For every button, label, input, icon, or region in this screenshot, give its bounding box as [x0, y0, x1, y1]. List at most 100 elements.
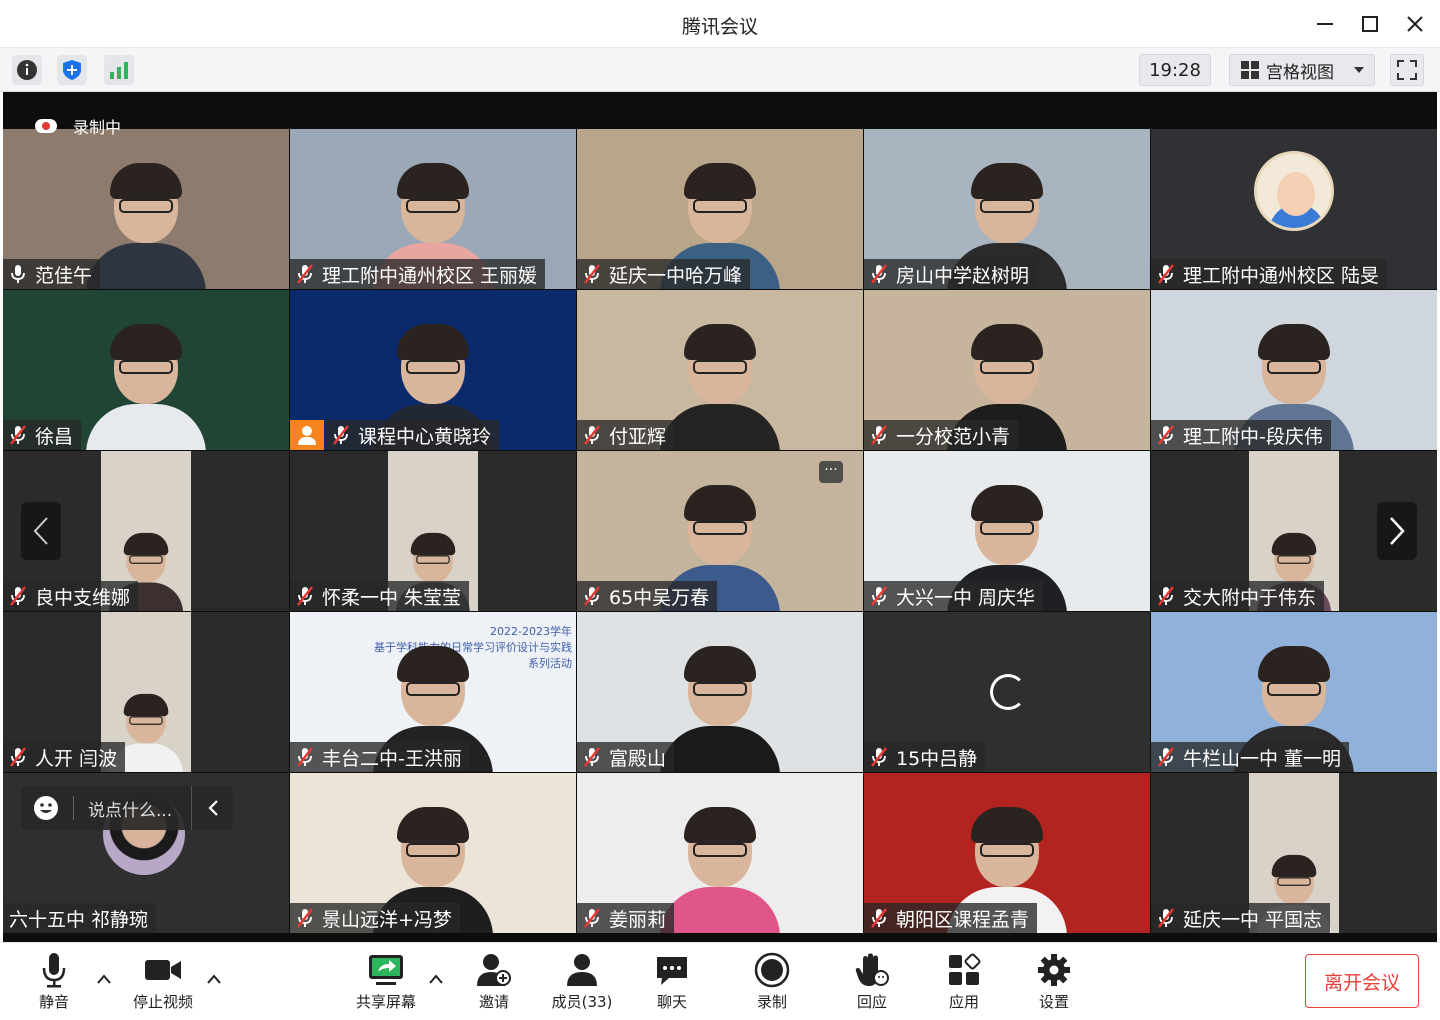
- participant-name: 范佳午: [35, 264, 93, 287]
- participant-tile[interactable]: 景山远洋+冯梦: [290, 773, 576, 933]
- more-options-button[interactable]: ···: [819, 461, 843, 483]
- next-page-button[interactable]: [1377, 502, 1417, 560]
- minimize-button[interactable]: [1310, 10, 1340, 38]
- participant-nametag: 徐昌: [3, 420, 82, 450]
- participant-tile[interactable]: 徐昌: [3, 290, 289, 450]
- chevron-up-icon: [429, 974, 443, 984]
- quick-chat-box[interactable]: 说点什么...: [21, 786, 233, 830]
- mic-muted-icon: [10, 425, 26, 445]
- participant-tile[interactable]: 课程中心黄晓玲: [290, 290, 576, 450]
- mic-muted-icon: [584, 425, 600, 445]
- mic-muted-icon: [10, 586, 26, 606]
- participant-nametag: 付亚辉: [577, 420, 675, 450]
- mic-muted-icon: [584, 747, 600, 767]
- mute-button[interactable]: 静音: [34, 951, 74, 1015]
- participant-tile[interactable]: 姜丽莉: [577, 773, 863, 933]
- participant-nametag: 一分校范小青: [864, 420, 1019, 450]
- participant-nametag: 范佳午: [3, 259, 101, 289]
- leave-meeting-button[interactable]: 离开会议: [1305, 954, 1419, 1008]
- participant-tile[interactable]: 人开 闫波: [3, 612, 289, 772]
- prev-page-button[interactable]: [21, 502, 61, 560]
- microphone-icon: [11, 265, 25, 283]
- grid-icon: [1241, 61, 1259, 79]
- chat-label: 聊天: [656, 993, 687, 1011]
- view-mode-dropdown[interactable]: 宫格视图: [1229, 54, 1375, 86]
- chevron-down-icon: [1354, 67, 1364, 73]
- security-button[interactable]: [57, 55, 87, 85]
- participant-name: 良中支维娜: [35, 586, 131, 609]
- chat-placeholder[interactable]: 说点什么...: [88, 796, 172, 821]
- participant-tile[interactable]: 2022-2023学年 基于学科能力的日常学习评价设计与实践 系列活动 丰台二中-王洪…: [290, 612, 576, 772]
- participant-nametag: 怀柔一中 朱莹莹: [290, 581, 470, 611]
- apps-button[interactable]: 应用: [944, 951, 984, 1015]
- share-options-button[interactable]: [428, 971, 444, 987]
- participant-tile[interactable]: ··· 65中吴万春: [577, 451, 863, 611]
- participant-name: 交大附中于伟东: [1183, 586, 1317, 609]
- participant-tile[interactable]: 房山中学赵树明: [864, 129, 1150, 289]
- participant-name: 一分校范小青: [896, 425, 1011, 448]
- mic-muted-icon: [584, 264, 600, 284]
- chevron-right-icon: [1390, 517, 1405, 545]
- chevron-up-icon: [97, 974, 111, 984]
- collapse-chat-button[interactable]: [191, 786, 233, 830]
- audio-options-button[interactable]: [96, 971, 112, 987]
- participant-nametag: 姜丽莉: [577, 903, 675, 933]
- meeting-timer: 19:28: [1139, 54, 1211, 86]
- participant-video: [655, 642, 785, 772]
- participant-tile[interactable]: 延庆一中哈万峰: [577, 129, 863, 289]
- participant-nametag: 15中吕静: [864, 742, 986, 772]
- participant-name: 牛栏山一中 董一明: [1183, 747, 1342, 770]
- invite-button[interactable]: 邀请: [474, 951, 514, 1015]
- info-icon: [17, 60, 37, 80]
- chat-button[interactable]: 聊天: [652, 951, 692, 1015]
- reaction-button[interactable]: 回应: [852, 951, 892, 1015]
- video-options-button[interactable]: [206, 971, 222, 987]
- participant-tile[interactable]: 一分校范小青: [864, 290, 1150, 450]
- stop-video-button[interactable]: 停止视频: [128, 951, 198, 1015]
- mic-muted-icon: [871, 264, 887, 284]
- share-screen-button[interactable]: 共享屏幕: [352, 951, 420, 1015]
- mic-muted-icon: [871, 747, 887, 767]
- participant-tile[interactable]: 延庆一中 平国志: [1151, 773, 1437, 933]
- members-label: 成员(33): [551, 993, 613, 1011]
- participant-name: 丰台二中-王洪丽: [322, 747, 462, 770]
- participant-nametag: 六十五中 祁静琬: [3, 903, 157, 933]
- network-button[interactable]: [104, 55, 134, 85]
- add-user-icon: [477, 954, 511, 986]
- participant-name: 朝阳区课程孟青: [896, 908, 1030, 931]
- title-bar: 腾讯会议: [0, 0, 1440, 48]
- participant-tile[interactable]: 朝阳区课程孟青: [864, 773, 1150, 933]
- close-button[interactable]: [1400, 10, 1430, 38]
- settings-button[interactable]: 设置: [1034, 951, 1074, 1015]
- record-icon: [754, 952, 790, 988]
- loading-spinner-icon: [990, 674, 1026, 710]
- close-icon: [1407, 16, 1423, 32]
- participant-tile[interactable]: 大兴一中 周庆华: [864, 451, 1150, 611]
- video-camera-icon: [145, 960, 181, 980]
- share-screen-icon: [369, 955, 403, 985]
- members-button[interactable]: 成员(33): [548, 951, 616, 1015]
- maximize-button[interactable]: [1355, 10, 1385, 38]
- mic-muted-icon: [1158, 264, 1174, 284]
- participant-name: 富殿山: [609, 747, 667, 770]
- fullscreen-button[interactable]: [1390, 54, 1424, 86]
- record-label: 录制: [756, 993, 787, 1011]
- participant-tile[interactable]: 范佳午: [3, 129, 289, 289]
- mic-muted-icon: [1158, 586, 1174, 606]
- participant-nametag: 交大附中于伟东: [1151, 581, 1325, 611]
- record-button[interactable]: 录制: [752, 951, 792, 1015]
- participant-name: 大兴一中 周庆华: [896, 586, 1036, 609]
- participant-tile[interactable]: 理工附中通州校区 王丽媛: [290, 129, 576, 289]
- participant-tile[interactable]: 牛栏山一中 董一明: [1151, 612, 1437, 772]
- mic-muted-icon: [297, 264, 313, 284]
- participant-tile[interactable]: 理工附中通州校区 陆旻: [1151, 129, 1437, 289]
- participant-tile[interactable]: 理工附中-段庆伟: [1151, 290, 1437, 450]
- participant-tile[interactable]: 15中吕静: [864, 612, 1150, 772]
- info-button[interactable]: [12, 55, 42, 85]
- participant-tile[interactable]: 富殿山: [577, 612, 863, 772]
- participant-tile[interactable]: 付亚辉: [577, 290, 863, 450]
- maximize-icon: [1362, 16, 1378, 32]
- participant-name: 人开 闫波: [35, 747, 118, 770]
- participant-tile[interactable]: 怀柔一中 朱莹莹: [290, 451, 576, 611]
- apps-label: 应用: [948, 993, 979, 1011]
